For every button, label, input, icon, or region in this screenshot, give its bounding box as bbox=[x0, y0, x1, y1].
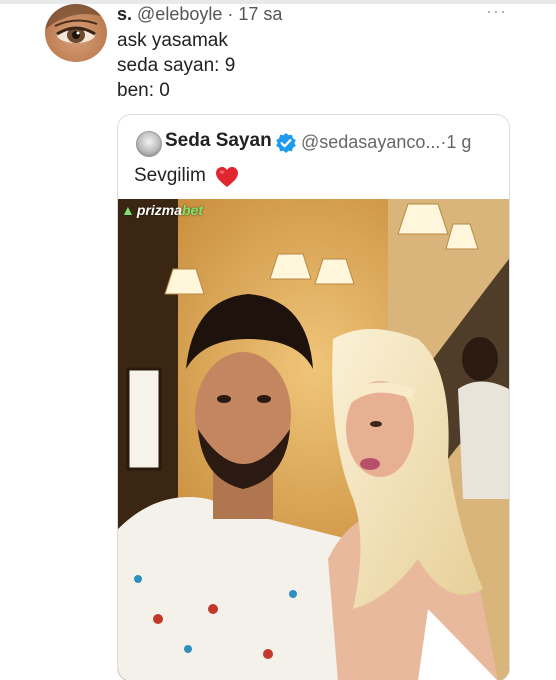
watermark-text-part1: prizma bbox=[136, 202, 182, 218]
tweet-meta: s. @eleboyle · 17 sa bbox=[117, 4, 282, 25]
quoted-meta: @sedasayanco...·1 g bbox=[301, 132, 471, 153]
meta-separator: · bbox=[227, 4, 234, 24]
display-name[interactable]: s. bbox=[117, 4, 132, 24]
user-avatar[interactable] bbox=[45, 4, 107, 62]
user-handle[interactable]: @eleboyle bbox=[137, 4, 222, 24]
watermark: ▲ prizmabet bbox=[121, 202, 203, 218]
tweet-text-line-1: ask yasamak bbox=[117, 30, 228, 51]
quoted-text: Sevgilim bbox=[134, 165, 206, 186]
watermark-text-part2: bet bbox=[181, 202, 203, 218]
quoted-display-name[interactable]: Seda Sayan bbox=[165, 130, 272, 152]
attached-photo[interactable]: ▲ prizmabet bbox=[118, 199, 509, 680]
tweet-text-line-2: seda sayan: 9 bbox=[117, 55, 236, 76]
quoted-time[interactable]: 1 g bbox=[446, 132, 471, 152]
quoted-handle[interactable]: @sedasayanco... bbox=[301, 132, 440, 152]
tweet-text-line-3: ben: 0 bbox=[117, 80, 170, 101]
quoted-user-avatar[interactable] bbox=[136, 131, 162, 157]
tweet-time[interactable]: 17 sa bbox=[238, 4, 282, 24]
watermark-logo-icon: ▲ bbox=[121, 202, 135, 218]
ellipsis-icon[interactable]: ··· bbox=[486, 2, 510, 20]
tweet-screenshot: s. @eleboyle · 17 sa ··· ask yasamak sed… bbox=[0, 0, 556, 680]
quoted-tweet-card[interactable]: Seda Sayan @sedasayanco...·1 g Sevgilim bbox=[117, 114, 510, 680]
red-heart-icon bbox=[216, 167, 238, 187]
verified-badge-icon bbox=[276, 133, 296, 153]
